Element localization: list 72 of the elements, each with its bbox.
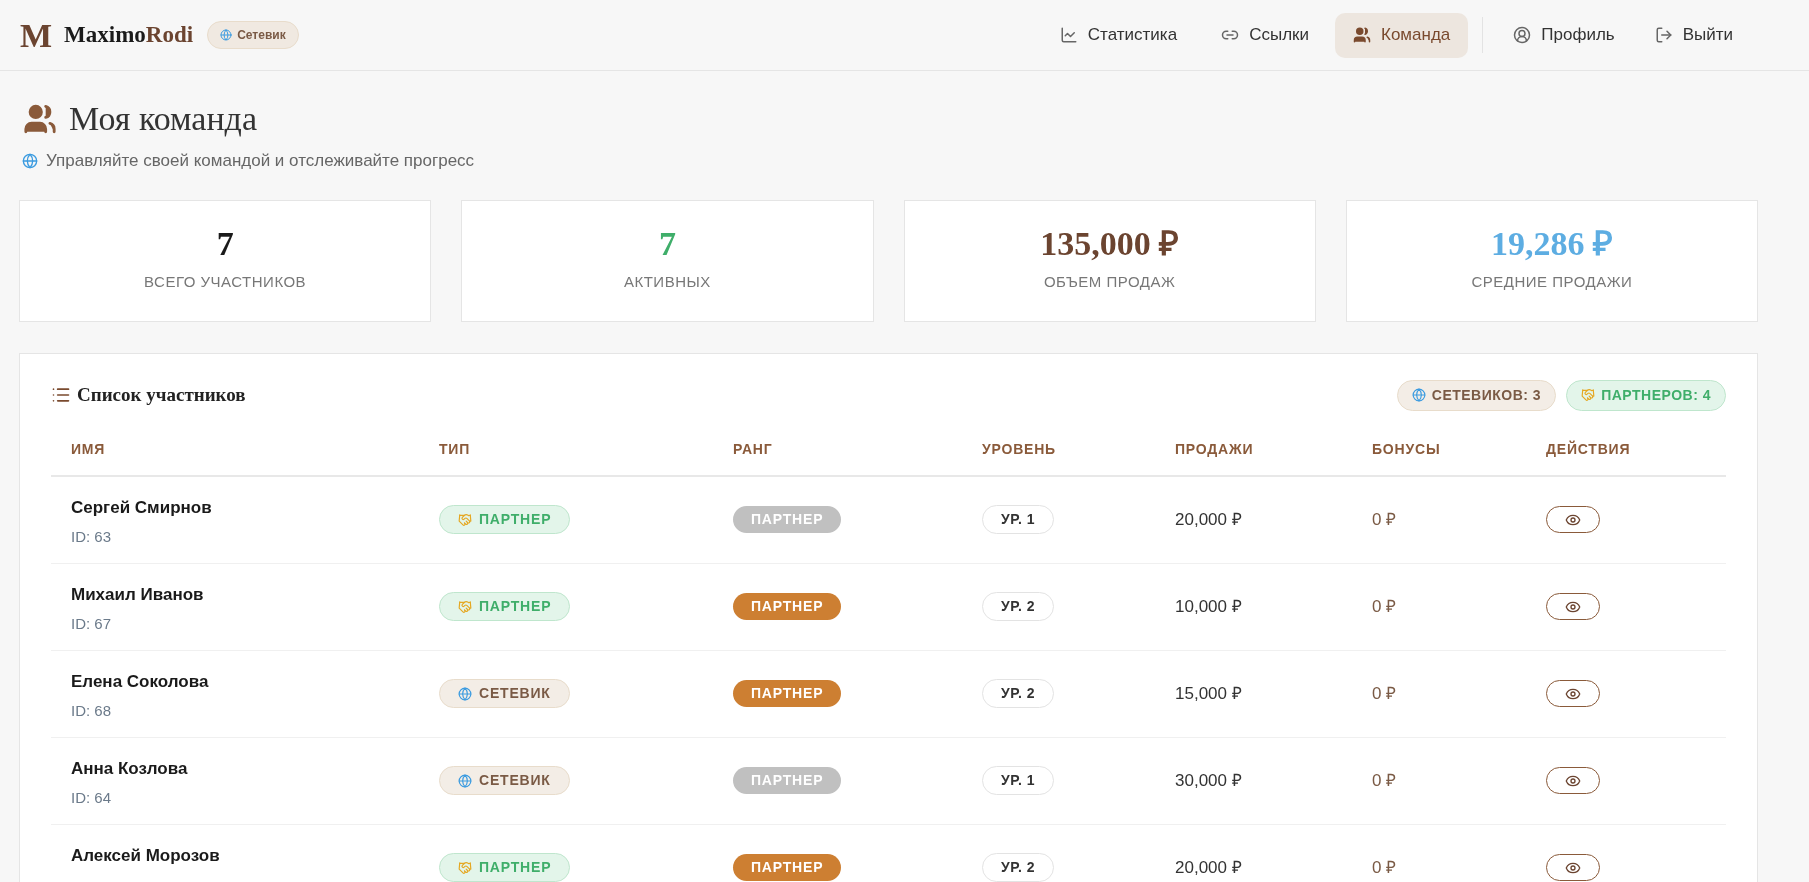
type-badge: ПАРТНЕР [439,853,571,882]
rank-badge: ПАРТНЕР [733,767,842,794]
stat-label: ВСЕГО УЧАСТНИКОВ [144,272,307,293]
member-name: Михаил Иванов [71,583,205,606]
sales-amount: 15,000 ₽ [1174,682,1243,705]
handshake-icon [458,860,472,875]
page-subtitle: Управляйте своей командой и отслеживайте прогресс [46,150,475,172]
sales-amount: 10,000 ₽ [1174,595,1243,618]
sales-amount: 20,000 ₽ [1174,508,1243,531]
column-header: БОНУСЫ [1371,439,1442,459]
bonus-amount: 0 ₽ [1371,595,1398,618]
rank-badge: ПАРТНЕР [733,854,842,881]
handshake-icon [1581,388,1596,402]
column-header: ПРОДАЖИ [1174,439,1255,459]
member-id: ID: 64 [71,788,113,808]
member-id: ID: 68 [71,701,113,721]
brand-name: Maximo [64,20,146,49]
sales-amount: 20,000 ₽ [1174,856,1243,879]
stat-label: ОБЪЕМ ПРОДАЖ [1043,272,1176,293]
nav-tab[interactable]: Статистика [1041,12,1196,58]
member-name: Сергей Смирнов [71,496,213,519]
line-chart-icon [1059,26,1078,44]
sales-amount: 30,000 ₽ [1174,769,1243,792]
rank-badge: ПАРТНЕР [733,506,842,533]
column-header: РАНГ [732,439,774,459]
type-badge: ПАРТНЕР [439,505,571,534]
column-header: УРОВЕНЬ [981,439,1057,459]
count-badge: СЕТЕВИКОВ: 3 [1396,379,1557,411]
member-name: Елена Соколова [71,670,210,693]
rank-badge: ПАРТНЕР [733,593,842,620]
globe-icon [458,686,472,701]
handshake-icon [458,512,472,527]
role-badge: Сетевик [207,21,299,49]
page-title: Моя команда [69,99,257,139]
type-badge: ПАРТНЕР [439,592,571,621]
globe-icon [220,29,233,41]
logout-icon [1654,26,1673,44]
stat-value: 135,000 ₽ [1040,227,1180,262]
column-header: ДЕЙСТВИЯ [1545,439,1632,459]
globe-icon [22,152,38,169]
type-badge: СЕТЕВИК [439,766,570,795]
stat-label: АКТИВНЫХ [623,272,711,293]
globe-icon [1411,388,1426,402]
stat-label: СРЕДНИЕ ПРОДАЖИ [1471,272,1633,293]
member-id: ID: 63 [71,527,113,547]
stat-value: 7 [216,227,234,262]
globe-icon [458,773,472,788]
nav-tab[interactable]: Команда [1335,12,1469,58]
bonus-amount: 0 ₽ [1371,508,1398,531]
member-name: Алексей Морозов [71,844,221,867]
bonus-amount: 0 ₽ [1371,769,1398,792]
user-circle-icon [1513,26,1532,44]
member-id: ID: 67 [71,614,113,634]
profile-link[interactable]: Профиль [1497,12,1631,58]
rank-badge: ПАРТНЕР [733,680,842,707]
nav-tab[interactable]: Ссылки [1203,12,1327,58]
stat-value: 19,286 ₽ [1490,227,1613,262]
panel-title: Список участников [77,382,246,407]
logout-link[interactable]: Выйти [1638,12,1749,58]
member-name: Анна Козлова [71,757,189,780]
list-icon [51,385,71,405]
handshake-icon [458,599,472,614]
stat-value: 7 [658,227,676,262]
type-badge: СЕТЕВИК [439,679,570,708]
bonus-amount: 0 ₽ [1371,682,1398,705]
column-header: ИМЯ [70,439,107,459]
column-header: ТИП [438,439,472,459]
count-badge: ПАРТНЕРОВ: 4 [1566,379,1726,411]
brand-name-accent: Rodi [145,20,194,49]
logo-mark: M [20,15,53,56]
people-icon [1353,26,1371,44]
bonus-amount: 0 ₽ [1371,856,1398,879]
